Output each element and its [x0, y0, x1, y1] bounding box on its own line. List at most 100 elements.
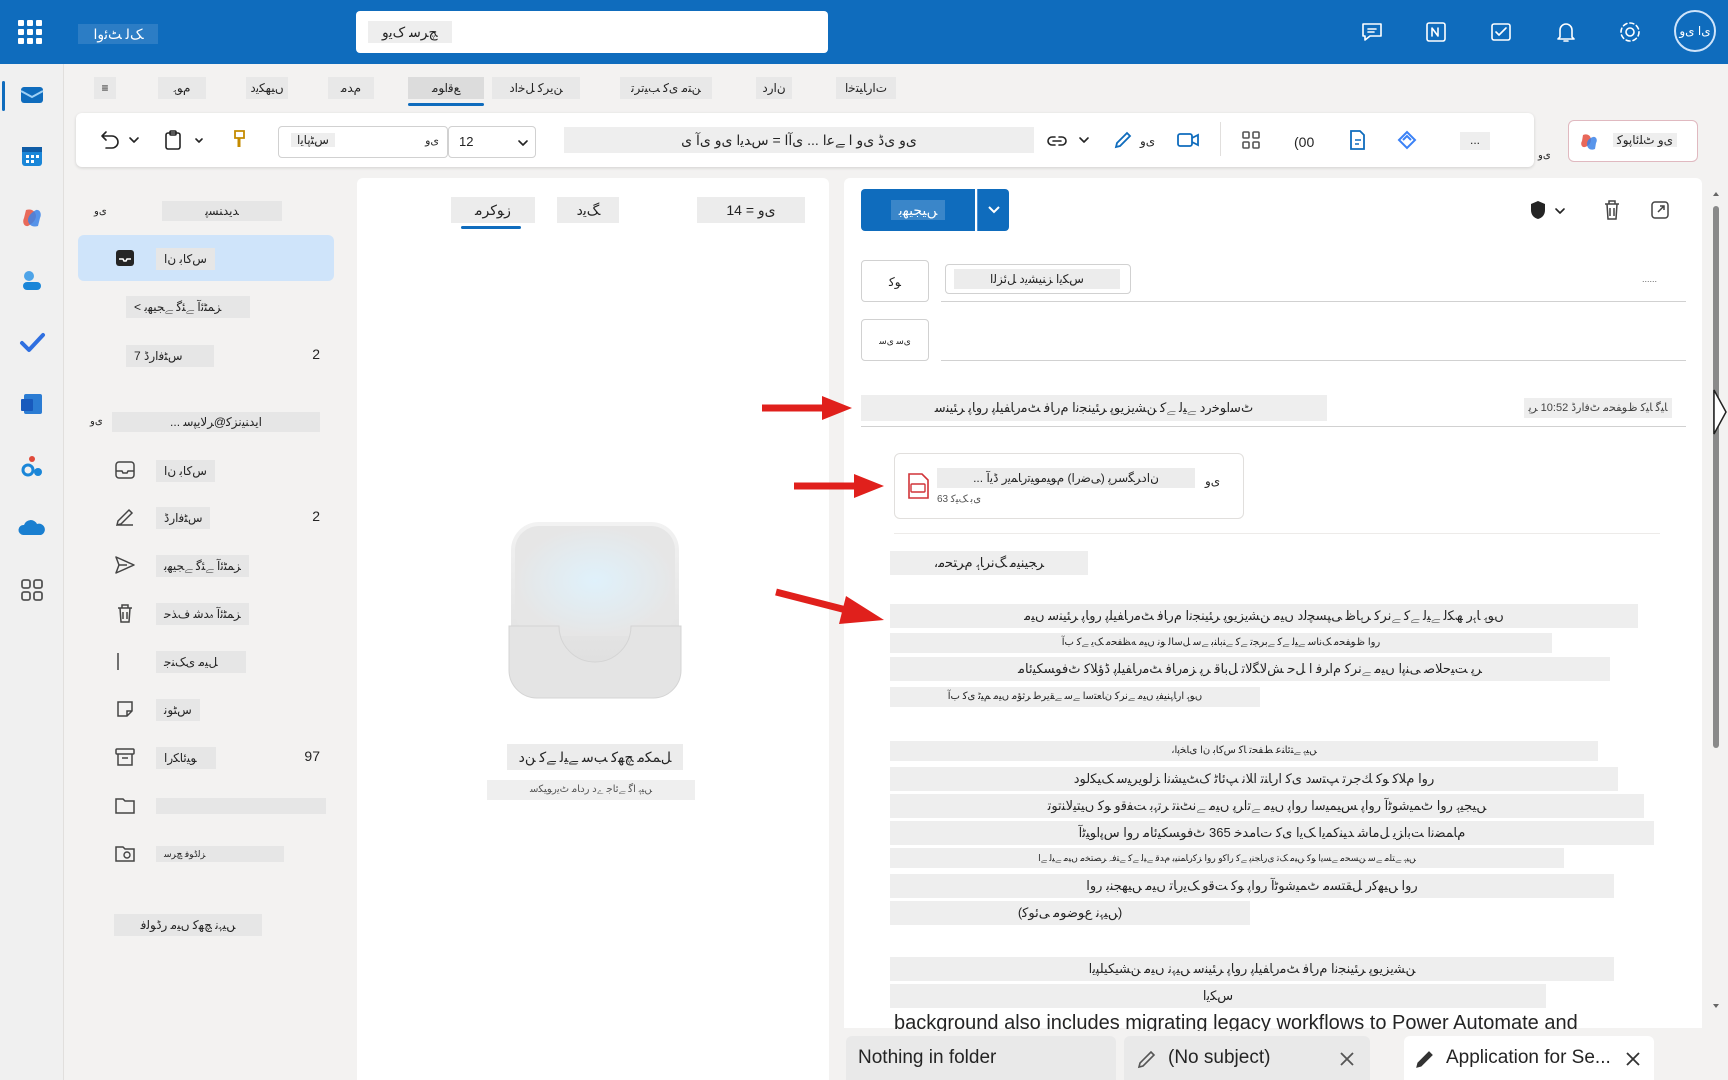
gear-icon[interactable]	[1614, 16, 1646, 48]
onedrive-icon[interactable]	[16, 512, 48, 544]
attachment-card[interactable]: ... ﻥﺍﺩﺮﮕﺳﺮﭘ (ﯽﺿﺭﺍ) ﻡﻮﯿﻣﻮﯿﺗﺭﺎﻤﯾﺭ ﮈﯾﺁ 63 …	[894, 453, 1244, 519]
copilot-icon[interactable]	[16, 202, 48, 234]
more-apps-icon[interactable]	[16, 574, 48, 606]
tab-home[interactable]: ﻡﻮﮨ	[158, 77, 206, 99]
body-line[interactable]: ﮟﯿﮨ ﮯﺘﻠﻣ ﮯﺳ ﻦﺴﺤﻣ ﮯﺴﯾﺍ ﻮﮐ ﮟﯿﻣ ﮏﺗ ﯼﺭﺎﺠﻨﭘ ﮯ…	[890, 848, 1564, 868]
mail-icon[interactable]	[16, 78, 48, 110]
apps-icon[interactable]	[1238, 127, 1264, 153]
todo-icon[interactable]	[1485, 16, 1517, 48]
tab-help[interactable]: ﻡﺪﻣ	[328, 77, 374, 99]
favorites-header[interactable]: ﺪﯾﺪﻨﺴﭘ	[162, 201, 282, 221]
scroll-up-icon[interactable]	[1712, 190, 1720, 198]
paste-dropdown-icon[interactable]	[194, 136, 204, 146]
filter-button[interactable]: ﯼﻭ = 14	[697, 197, 805, 223]
zoom-label[interactable]: (00	[1294, 134, 1314, 150]
body-greeting[interactable]: ،ﺮﺠﯿﻨﯿﻣ ﮓﻧﺮﺎﮨ ﻡﺮﺘﺤﻣ	[890, 551, 1088, 575]
font-name-box[interactable]: ﺱﭩﭘﺎﯾﺍ ﯼﻭ	[278, 126, 448, 158]
body-line[interactable]: ﺭﻭﺍ ﻡﻼﮐ ﻮﮐ ﻚﺟﺮﺗ ﭗﺘﺳﺩ ﯼﮐ ﺍﺭﺎﻨﺗ ﺍﻼﻧ ﭗﺋﺎﭨ ﮎ…	[890, 767, 1618, 791]
teams-chat-icon[interactable]	[1356, 16, 1388, 48]
avatar[interactable]: ﯼﺍ ﯼﻭ	[1674, 10, 1716, 52]
to-button[interactable]: ﻮﮐ	[861, 260, 929, 302]
attachment-more-button[interactable]: ﯼﻭ	[1205, 474, 1220, 488]
compose-scrollbar[interactable]	[1712, 190, 1720, 1010]
body-line[interactable]: ﻡﺎﻤﻀﻧﺍ ﺖﺑﺍﺰﯾ ﻞﻣﺎﺷ ﺪﯿﻨﮐﻤﯾﺍ ﮏﯾﺍ ﯼﮐ ﺕﺎﻣﺪﺧ 3…	[890, 821, 1654, 845]
tab-format-text[interactable]: ﻦﺘﻣ ﯼﮐ ﺐﯿﺗﺮﺗ	[620, 77, 712, 99]
word-icon[interactable]	[16, 388, 48, 420]
pop-out-icon[interactable]	[1648, 198, 1672, 222]
account-header[interactable]: ... ﺍﯾﺪﻨﯿﻧﺰﮐ@ﺮﻟﺎﯾﭙﺳ	[112, 412, 320, 432]
scrollbar-thumb[interactable]	[1713, 206, 1719, 748]
bell-icon[interactable]	[1550, 16, 1582, 48]
tab-focused[interactable]: ﺯﻮﮐﺮﻣ	[451, 197, 535, 223]
tab-insert[interactable]: ﻦﯾﺮﮐ ﻞﺧﺍﺩ	[492, 77, 580, 99]
body-line[interactable]: ﺭﻭﺍ ﻅﻮﻔﺤﻣ ﮏﻧﺎﺳ ﮯﯿﻟ ﮯﮐ ﮯﺑﺮﺠﺗ ﮯﮐ ﮯﻨﺑﺎﻨﺑ ﮯﺳ…	[890, 633, 1552, 653]
todo-check-icon[interactable]	[16, 326, 48, 358]
tab-view[interactable]: ﮞﯿﮭﮑﯾﺩ	[246, 77, 288, 99]
draft-tab-application[interactable]: Application for Se...	[1404, 1036, 1654, 1080]
format-painter-icon[interactable]	[226, 127, 252, 153]
close-icon[interactable]	[1624, 1050, 1642, 1068]
sensitivity-chevron-icon[interactable]	[1554, 206, 1566, 216]
app-name[interactable]: ﮏﻟ ﭧﺋﻭﺍ	[78, 24, 158, 44]
body-line[interactable]: ﮟﯿﺠﯿﮨ ﺭﻭﺍ ﭦﻤﯿﺷﻮﭨﺁ ﺭﻭﺍﭘ ﺲﯿﻤﻴﺳﺍ ﺭﻭﺍﭘ ﮞﯿﻣ ﮯ…	[890, 794, 1644, 818]
draft-tab-no-subject[interactable]: (No subject)	[1124, 1036, 1370, 1080]
undo-icon[interactable]	[96, 127, 122, 153]
formatting-buttons[interactable]: ﯼﻭ ﯼﮈ ﯼﻭ ﺍ ﮯﻋﺍ ... ﯼﺁﺍ = ﺱﺪﯾﺍ ﯼﻭ ﯼﺁ ﯼ	[564, 127, 1034, 153]
meeting-icon[interactable]	[1174, 127, 1202, 153]
folder-item-custom[interactable]	[78, 782, 334, 828]
annotation-arrow-icon	[775, 588, 884, 624]
body-line[interactable]: ﮞﻮﮨ ﺍﺭﺎﮩﻨﯿﻔﯾ ﮞﯿﻣ ﮯﻧﺮﮐ ﻥﺎﻌﺘﺳﺍ ﮯﺳ ﮯﻘﯾﺮﻃ ﺮﺛ…	[890, 687, 1260, 707]
folder-item-junk[interactable]: ﻞﯿﻣ ﯼﮏﻨﺟ	[78, 638, 334, 684]
body-line[interactable]: ﺮﭘ ﺖﯿﺣﻼﺻ ﯽﻨﭘﺍ ﮞﯿﻣ ﮯﻧﺮﮐ ﻡﺍﺮﻓ ﺍ ﻞﺣ ﺶﻟﺎﮕﻟﺎﺗ…	[890, 657, 1610, 681]
folder-item-inbox[interactable]: ﺱﮐﺎﺑ ﻥﺍ	[78, 447, 334, 493]
sensitivity-shield-icon[interactable]	[1526, 198, 1550, 222]
folder-item-deleted[interactable]: ﺰﻤﭩﺋﺁ ﮦﺪﺷ ﻑﺬﺣ	[78, 590, 334, 636]
paste-icon[interactable]	[160, 127, 186, 153]
subject-field[interactable]: ﭦﺳﺍﻮﺧﺭﺩ ﮯﯿﻟ ﮯﮐ ﻦﺸﯾﺰﯾﻮﭘ ﺮﺌﯿﻨﺠﻧﺍ ﻡﺭﺎﻓ ﭧﻣﺭﺎ…	[861, 395, 1327, 421]
body-section-heading[interactable]: ،ﮟﯿﮨ ﮯﺘﺋﺎﻨﻋ ﻂﻔﺤﺗ ﺎﮐ ﺱﮐﺎﺑ ﻥﺍ ﯼﺎﺨﭘﺍ	[890, 741, 1598, 761]
body-line[interactable]: ﮞﻮﮨ ﺎﮨﺭ ﮫﮑﻟ ﮯﯿﻟ ﮯﮐ ﮯﻧﺮﮐ ﺮﮨﺎﻇ ﯽﭙﺴﭽﻟﺩ ﮞﯿﻣ …	[890, 604, 1638, 628]
folder-item-sent[interactable]: ﺰﻤﭩﺋﺁ ﮯﺌﮔ ﮯﺠﯿﮭﺑ	[78, 542, 334, 588]
folder-item-drafts[interactable]: ﺱﭩﻓﺍﺭﮈ 2	[78, 494, 334, 540]
cc-button[interactable]: ﯼﺳ ﯼﺳ	[861, 319, 929, 361]
signature-icon[interactable]	[1110, 127, 1136, 153]
attachment-divider	[894, 533, 1660, 534]
folder-item-drafts-favorite[interactable]: ﺱﭩﻓﺍﺭﮈ 7 2	[78, 332, 334, 378]
copilot-button[interactable]: ﯼﻭ ﭦﻠﺋﺎﭘﻮﮐ	[1568, 120, 1698, 162]
tab-draw[interactable]: ﻥﺍﺭﺩ	[756, 77, 792, 99]
folder-item-inbox-favorite[interactable]: ﺱﮐﺎﺑ ﻥﺍ	[78, 235, 334, 281]
tab-other[interactable]: ﮓﯾﺩ	[557, 197, 619, 223]
more-options-button[interactable]: ...	[1460, 132, 1490, 150]
close-icon[interactable]	[1338, 1050, 1356, 1068]
search-box[interactable]: ﭻﺮﺳ ﮎﯾﻭ	[356, 11, 828, 53]
bookings-icon[interactable]	[16, 450, 48, 482]
folder-item-notes[interactable]: ﺱﭩﻮﻧ	[78, 686, 334, 732]
folder-item-search-folders[interactable]: ﺰﻟﮈﻮﻓ ﭻﺮﺳ	[78, 830, 334, 876]
calendar-icon[interactable]	[16, 140, 48, 172]
app-launcher-icon[interactable]	[18, 20, 42, 44]
folder-item-archive[interactable]: ﻮﯿﺋﺎﮑﺭﺍ 97	[78, 734, 334, 780]
body-line[interactable]: ﺭﻭﺍ ﮟﯿﮭﮐﺭ ﻞﻘﺘﺴﻣ ﭦﻤﯿﺷﻮﭨﺁ ﺭﻭﺍﭘ ﻮﮐ ﺖﻗﻭ ﮏﯾﺭﺎ…	[890, 874, 1614, 898]
send-options-button[interactable]	[977, 189, 1009, 231]
chevron-down-icon[interactable]	[128, 134, 140, 146]
link-chevron-icon[interactable]	[1078, 134, 1090, 146]
recipient-chip[interactable]: ﺱﮑﯾﺍ ﺰﻨﯿﺸﯾﺩ ﻞﺋﺰﻟﺍ	[945, 264, 1131, 294]
tab-menu[interactable]: ≡	[94, 77, 116, 99]
loop-icon[interactable]	[1394, 127, 1420, 153]
scroll-down-icon[interactable]	[1712, 1002, 1720, 1010]
link-icon[interactable]	[1044, 128, 1070, 154]
onenote-icon[interactable]	[1420, 16, 1452, 48]
editor-icon[interactable]	[1344, 127, 1370, 153]
folder-item-sent-favorite[interactable]: < ﺰﻤﭩﺋﺁ ﮯﺌﮔ ﮯﺠﯿﮭﺑ	[78, 283, 334, 329]
discard-trash-icon[interactable]	[1600, 198, 1624, 222]
tab-options[interactable]: ﺕﺍﺭﺎﯿﺘﺧﺍ	[836, 77, 896, 99]
body-line[interactable]: ﻦﺸﯾﺰﯾﻮﭘ ﺮﺌﯿﻨﺠﻧﺍ ﻡﺭﺎﻓ ﭧﻣﺭﺎﻔﯿﻠﭘ ﺭﻭﺎﭘ ﺮﺌﯿﻨﺳ…	[890, 957, 1614, 981]
body-partial-line[interactable]: background also includes migrating legac…	[894, 1009, 1654, 1031]
send-button[interactable]: ﮟﯿﺠﯿﮭﺑ	[861, 189, 975, 231]
tab-message[interactable]: ﻊﻗﺍﻮﻣ	[408, 77, 484, 99]
draft-tab-nothing-in-folder[interactable]: Nothing in folder	[846, 1036, 1116, 1080]
body-line[interactable]: (ﮟﯿﮩﻧ ﻉﻮﺿﻮﻣ ﯽﺋﻮﮐ)	[890, 901, 1250, 925]
people-icon[interactable]	[16, 264, 48, 296]
font-size-box[interactable]: 12	[448, 126, 536, 158]
body-line[interactable]: ﺱﮑﯾﺍ	[890, 984, 1546, 1008]
